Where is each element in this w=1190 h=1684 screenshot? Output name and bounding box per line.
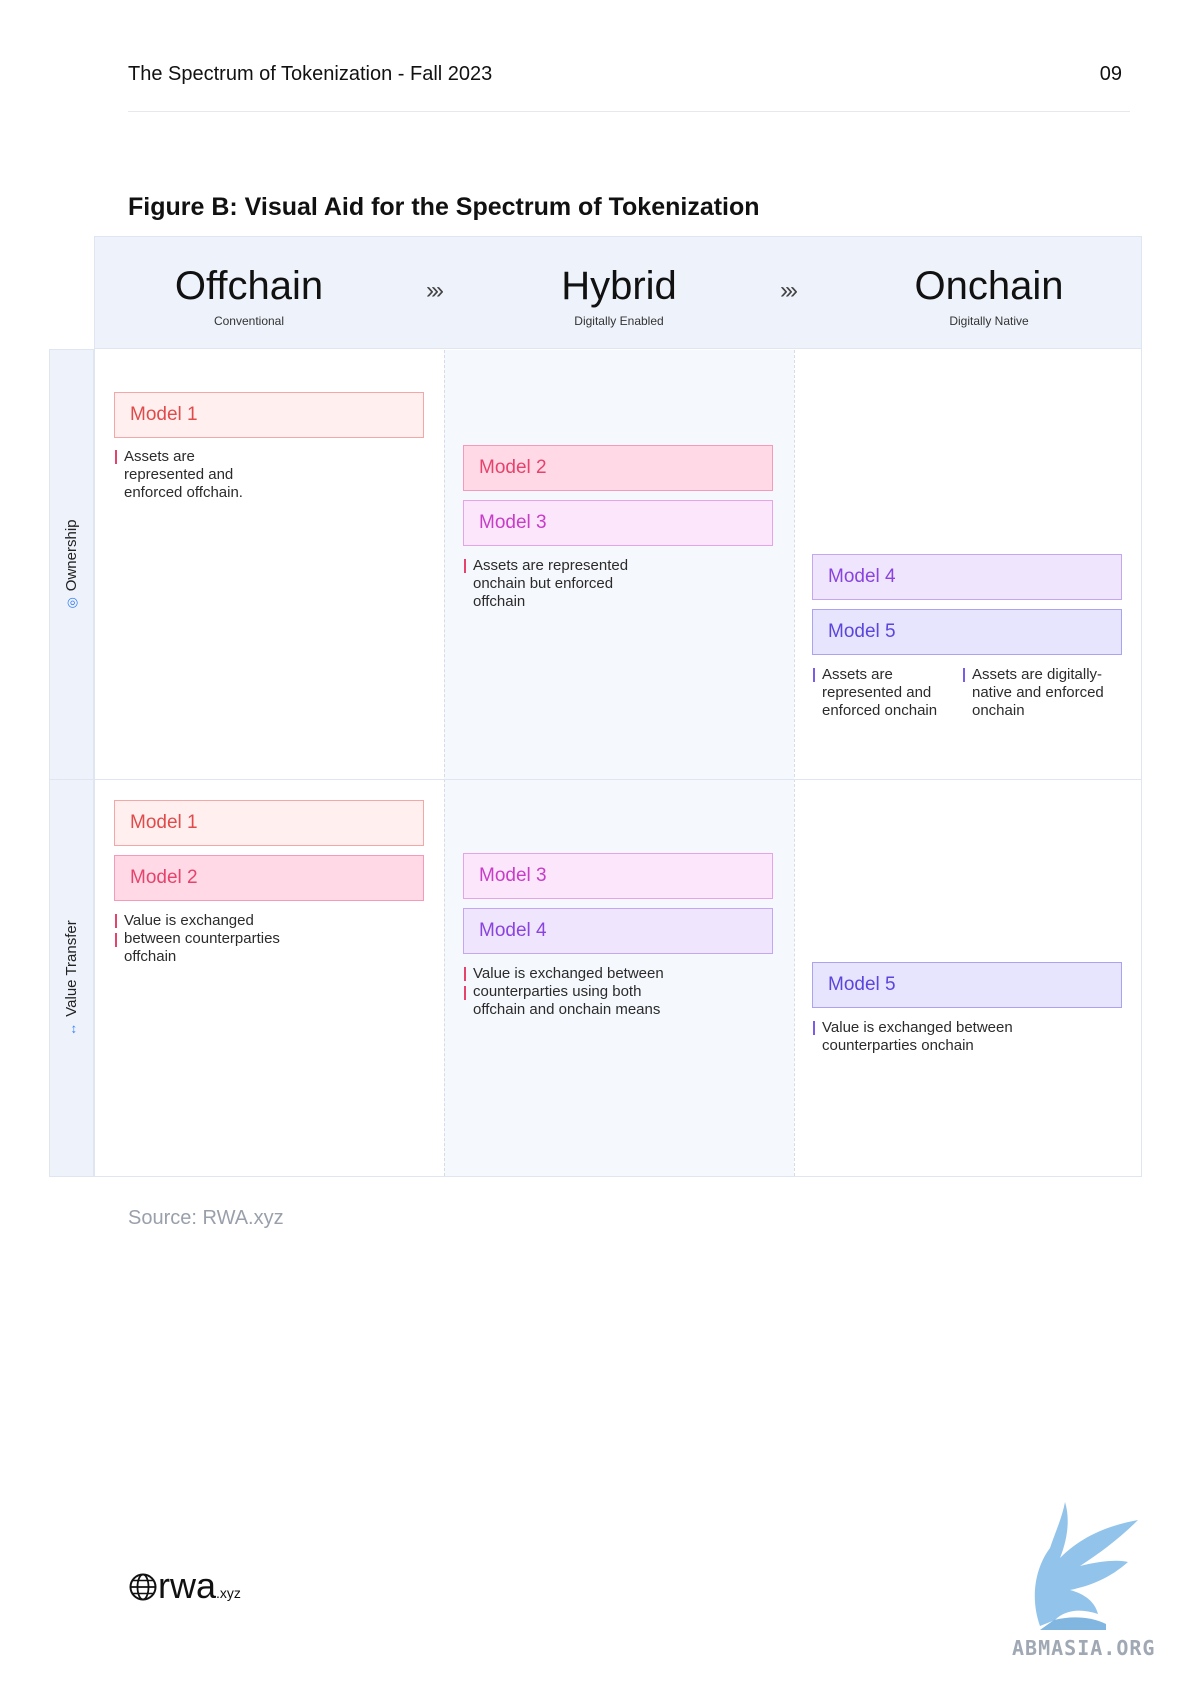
logo-tld: .xyz xyxy=(216,1585,241,1601)
row-label-value-transfer: ↔ Value Transfer xyxy=(61,763,83,1193)
accent-bar xyxy=(813,668,815,682)
header-divider xyxy=(128,111,1130,112)
description-line: counterparties onchain xyxy=(822,1037,974,1054)
column-divider xyxy=(444,350,445,1176)
column-subtitle: Digitally Native xyxy=(949,314,1029,328)
description-line: offchain and onchain means xyxy=(473,1001,661,1018)
model-description: Value is exchanged between counterpartie… xyxy=(464,965,773,1019)
model-description: Assets are represented and enforced onch… xyxy=(813,666,962,720)
model-box: Model 5 xyxy=(812,609,1122,655)
row-label-text: Value Transfer xyxy=(63,920,80,1017)
accent-bar xyxy=(464,967,466,981)
model-description: Value is exchanged between counterpartie… xyxy=(115,912,414,966)
description-line: Assets are digitally- xyxy=(972,666,1103,683)
model-box: Model 1 xyxy=(114,800,424,846)
logo-text: rwa xyxy=(158,1565,217,1606)
document-title: The Spectrum of Tokenization - Fall 2023 xyxy=(128,63,493,85)
description-line: Value is exchanged xyxy=(124,912,254,929)
description-line: Assets are xyxy=(822,666,893,683)
accent-bar xyxy=(464,986,466,1000)
griffin-watermark-icon xyxy=(1034,1502,1138,1630)
description-line: Value is exchanged between xyxy=(473,965,664,982)
description-line: Value is exchanged between xyxy=(822,1019,1013,1036)
description-line: between counterparties xyxy=(124,930,280,947)
model-box: Model 3 xyxy=(463,853,773,899)
figure-source: Source: RWA.xyz xyxy=(128,1207,284,1229)
globe-icon xyxy=(129,1573,157,1601)
accent-bar xyxy=(115,450,117,464)
column-title: Offchain xyxy=(174,264,324,308)
description-line: Assets are xyxy=(124,448,195,465)
description-line: onchain xyxy=(972,702,1025,719)
column-title: Hybrid xyxy=(561,264,677,308)
model-box: Model 3 xyxy=(463,500,773,546)
description-line: represented and xyxy=(822,684,932,701)
page-number: 09 xyxy=(1099,63,1122,85)
description-line: enforced offchain. xyxy=(124,484,243,501)
model-box: Model 5 xyxy=(812,962,1122,1008)
row-label-ownership: ◎ Ownership xyxy=(61,349,83,779)
column-heading-offchain: Offchain Conventional xyxy=(79,262,419,328)
model-description: Value is exchanged between counterpartie… xyxy=(813,1019,1122,1055)
model-box: Model 2 xyxy=(114,855,424,901)
watermark-text: ABMASIA.ORG xyxy=(1012,1636,1156,1660)
chevron-right-icon: ››› xyxy=(426,277,444,304)
arrows-icon: ↔ xyxy=(64,1022,79,1036)
model-box: Model 4 xyxy=(463,908,773,954)
figure-title: Figure B: Visual Aid for the Spectrum of… xyxy=(128,193,760,221)
column-divider xyxy=(794,350,795,1176)
description-line: counterparties using both xyxy=(473,983,642,1000)
model-box: Model 1 xyxy=(114,392,424,438)
description-line: offchain xyxy=(473,593,526,610)
accent-bar xyxy=(115,933,117,947)
model-description: Assets are digitally- native and enforce… xyxy=(963,666,1132,720)
ownership-icon: ◎ xyxy=(64,597,79,609)
accent-bar xyxy=(115,914,117,928)
column-heading-onchain: Onchain Digitally Native xyxy=(819,262,1159,328)
column-subtitle: Digitally Enabled xyxy=(574,314,664,328)
accent-bar xyxy=(963,668,965,682)
accent-bar xyxy=(813,1021,815,1035)
row-label-text: Ownership xyxy=(63,519,80,592)
column-heading-hybrid: Hybrid Digitally Enabled xyxy=(449,262,789,328)
rwa-logo: rwa.xyz xyxy=(128,1565,241,1606)
description-line: represented and xyxy=(124,466,234,483)
model-description: Assets are represented and enforced offc… xyxy=(115,448,414,502)
accent-bar xyxy=(464,559,466,573)
column-subtitle: Conventional xyxy=(213,314,285,328)
model-box: Model 4 xyxy=(812,554,1122,600)
description-line: enforced onchain xyxy=(822,702,938,719)
description-line: Assets are represented xyxy=(473,557,629,574)
column-title: Onchain xyxy=(914,264,1064,308)
model-description: Assets are represented onchain but enfor… xyxy=(464,557,763,611)
chevron-right-icon: ››› xyxy=(780,277,798,304)
model-box: Model 2 xyxy=(463,445,773,491)
row-divider xyxy=(49,779,1142,780)
description-line: offchain xyxy=(124,948,177,965)
description-line: native and enforced xyxy=(972,684,1104,701)
description-line: onchain but enforced xyxy=(473,575,614,592)
